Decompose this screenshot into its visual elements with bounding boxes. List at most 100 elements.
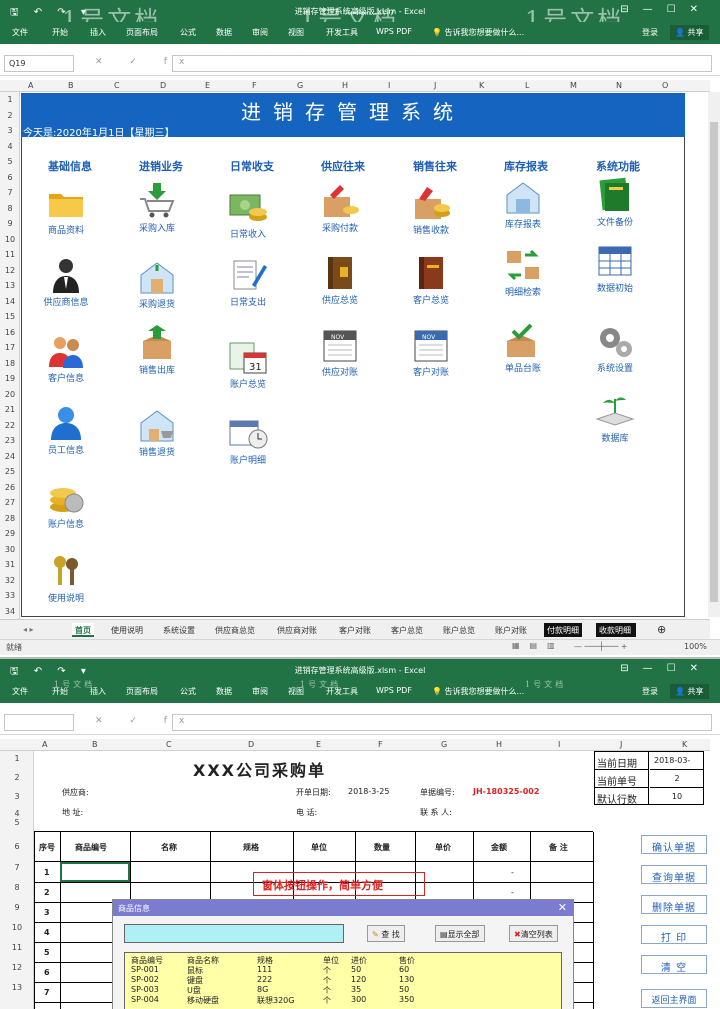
col-header[interactable]: G <box>441 740 447 749</box>
amount-cell[interactable]: - <box>511 888 514 897</box>
seq-cell[interactable]: 5 <box>44 948 50 957</box>
menu-developer[interactable]: 开发工具 <box>326 686 358 697</box>
row-header[interactable]: 26 <box>0 483 20 492</box>
clear-button[interactable]: 清 空 <box>641 955 707 974</box>
row-header[interactable]: 12 <box>0 266 20 275</box>
menu-item-customer-reconcile[interactable]: NOV 客户对账 <box>389 327 473 378</box>
row-header[interactable]: 7 <box>0 863 34 872</box>
list-cell[interactable]: 35 <box>351 985 361 994</box>
row-header[interactable]: 9 <box>0 219 20 228</box>
menu-file[interactable]: 文件 <box>12 27 28 38</box>
sheet-tab[interactable]: 供应商对账 <box>274 623 320 637</box>
tab-scroll-arrows[interactable]: ◂ ▸ <box>20 623 37 637</box>
col-header[interactable]: I <box>388 81 390 90</box>
sheet-tab[interactable]: 系统设置 <box>160 623 198 637</box>
list-cell[interactable]: SP-002 <box>131 975 159 984</box>
row-header[interactable]: 33 <box>0 591 20 600</box>
row-header[interactable]: 4 <box>0 142 20 151</box>
search-button[interactable]: ✎ 查 找 <box>367 925 405 942</box>
menu-data[interactable]: 数据 <box>216 27 232 38</box>
list-cell[interactable]: 个 <box>323 995 331 1006</box>
row-header[interactable]: 34 <box>0 607 20 616</box>
sheet-tab[interactable]: 账户总览 <box>440 623 478 637</box>
print-button[interactable]: 打 印 <box>641 925 707 944</box>
row-header[interactable]: 21 <box>0 405 20 414</box>
col-header[interactable]: E <box>205 81 210 90</box>
menu-review[interactable]: 审阅 <box>252 686 268 697</box>
col-header[interactable]: L <box>525 81 529 90</box>
menu-item-daily-expense[interactable]: 日常支出 <box>206 257 290 308</box>
sheet-tab[interactable]: 账户对账 <box>492 623 530 637</box>
view-mode-icons[interactable]: ▦▤▥ <box>512 641 565 650</box>
menu-item-products[interactable]: 商品资料 <box>24 185 108 236</box>
row-header[interactable]: 6 <box>0 173 20 182</box>
menu-wps-pdf[interactable]: WPS PDF <box>376 686 412 695</box>
col-header[interactable]: F <box>378 740 383 749</box>
menu-item-data-init[interactable]: 数据初始 <box>573 243 657 294</box>
seq-cell[interactable]: 1 <box>44 868 50 877</box>
row-header[interactable]: 8 <box>0 204 20 213</box>
menu-wps-pdf[interactable]: WPS PDF <box>376 27 412 36</box>
row-header[interactable]: 20 <box>0 390 20 399</box>
col-header[interactable]: J <box>434 81 436 90</box>
col-header[interactable]: B <box>92 740 98 749</box>
row-header[interactable]: 9 <box>0 903 34 912</box>
sheet-tab[interactable]: 使用说明 <box>108 623 146 637</box>
name-box[interactable] <box>4 714 74 731</box>
tell-me-search[interactable]: 💡 告诉我您想要做什么... <box>432 27 524 38</box>
seq-cell[interactable]: 4 <box>44 928 50 937</box>
row-header[interactable]: 3 <box>0 792 34 801</box>
close-icon[interactable]: ✕ <box>558 901 567 914</box>
list-cell[interactable]: 111 <box>257 965 272 974</box>
zoom-slider[interactable]: — ───┼─── + <box>574 642 628 651</box>
row-header[interactable]: 5 <box>0 818 34 827</box>
row-header[interactable]: 11 <box>0 250 20 259</box>
row-header[interactable]: 27 <box>0 498 20 507</box>
default-rows-value[interactable]: 10 <box>650 788 704 805</box>
row-header[interactable]: 1 <box>0 95 20 104</box>
row-header[interactable]: 2 <box>0 111 20 120</box>
doc-no-value[interactable]: JH-180325-002 <box>473 787 539 796</box>
list-cell[interactable]: 联想320G <box>257 995 294 1006</box>
col-header[interactable]: K <box>682 740 687 749</box>
menu-developer[interactable]: 开发工具 <box>326 27 358 38</box>
sheet-tab[interactable]: 供应商总览 <box>212 623 258 637</box>
menu-item-daily-income[interactable]: 日常收入 <box>206 189 290 240</box>
add-sheet-icon[interactable]: ⊕ <box>654 621 669 636</box>
list-cell[interactable]: 50 <box>399 985 409 994</box>
row-header[interactable]: 31 <box>0 560 20 569</box>
col-header[interactable]: D <box>160 81 166 90</box>
list-cell[interactable]: 350 <box>399 995 414 1004</box>
row-header[interactable]: 6 <box>0 842 34 851</box>
menu-view[interactable]: 视图 <box>288 686 304 697</box>
zoom-level[interactable]: 100% <box>684 642 707 651</box>
menu-item-inventory-report[interactable]: 库存报表 <box>481 179 565 230</box>
list-cell[interactable]: 60 <box>399 965 409 974</box>
product-search-input[interactable] <box>124 924 344 943</box>
col-header[interactable]: C <box>166 740 172 749</box>
col-header[interactable]: H <box>342 81 348 90</box>
scroll-thumb[interactable] <box>710 122 718 602</box>
menu-review[interactable]: 审阅 <box>252 27 268 38</box>
row-header[interactable]: 13 <box>0 983 34 992</box>
menu-item-file-backup[interactable]: 文件备份 <box>573 177 657 228</box>
menu-item-help[interactable]: 使用说明 <box>24 553 108 604</box>
row-header[interactable]: 13 <box>0 281 20 290</box>
row-header[interactable]: 2 <box>0 773 34 782</box>
col-header[interactable]: B <box>68 81 74 90</box>
window-controls[interactable]: ⊟—☐✕ <box>620 663 712 674</box>
row-header[interactable]: 30 <box>0 545 20 554</box>
menu-item-sales-out[interactable]: 销售出库 <box>115 325 199 376</box>
col-header[interactable]: I <box>558 740 560 749</box>
menu-item-customers[interactable]: 客户信息 <box>24 333 108 384</box>
menu-item-purchase-return[interactable]: 采购退货 <box>115 259 199 310</box>
menu-item-detail-search[interactable]: 明细检索 <box>481 247 565 298</box>
row-header[interactable]: 32 <box>0 576 20 585</box>
col-header[interactable]: K <box>479 81 484 90</box>
row-header[interactable]: 23 <box>0 436 20 445</box>
seq-cell[interactable]: 7 <box>44 988 50 997</box>
menu-page-layout[interactable]: 页面布局 <box>126 686 158 697</box>
amount-cell[interactable]: - <box>511 868 514 877</box>
row-header[interactable]: 29 <box>0 529 20 538</box>
row-header[interactable]: 16 <box>0 328 20 337</box>
